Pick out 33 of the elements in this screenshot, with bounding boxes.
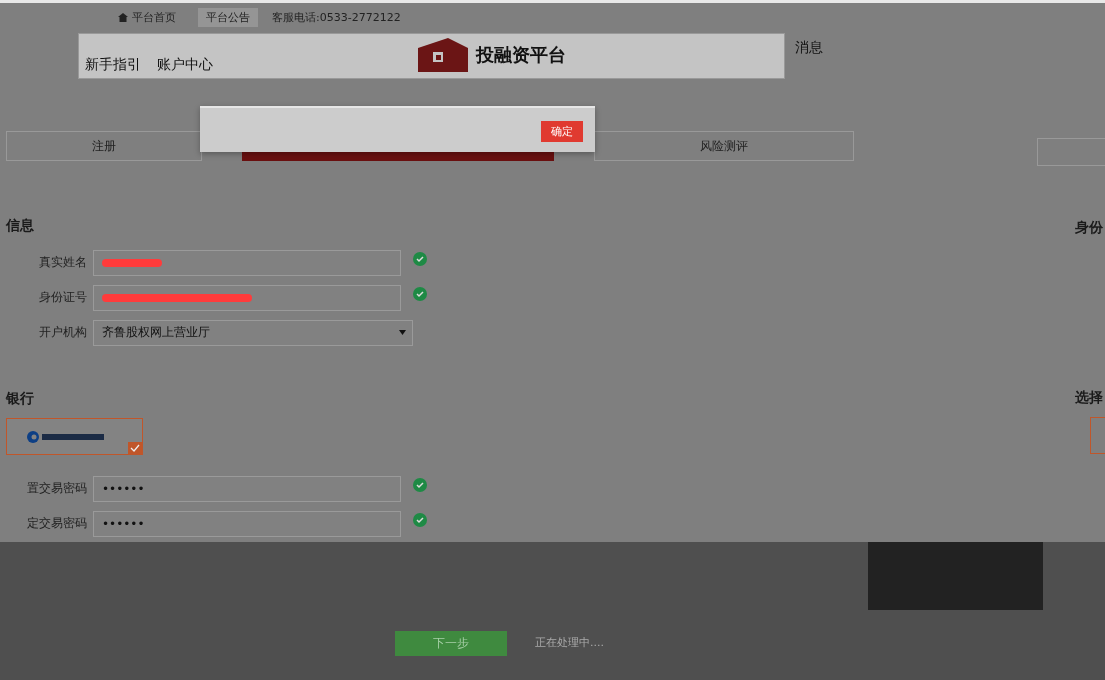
section-heading: 身份 — [1075, 219, 1104, 237]
house-logo-icon — [418, 38, 468, 72]
status-text: 正在处理中.... — [535, 635, 604, 650]
option-card[interactable] — [1090, 417, 1105, 454]
bank-logo-icon — [27, 430, 107, 443]
step-tab[interactable] — [1037, 138, 1105, 166]
field-label: 定交易密码 — [26, 515, 88, 532]
bank-card-option[interactable] — [6, 418, 143, 455]
home-icon — [118, 12, 128, 22]
section-heading: 银行 — [6, 390, 35, 408]
input-field[interactable] — [93, 249, 401, 276]
section-heading: 选择 — [1075, 389, 1104, 407]
nav-link[interactable]: 新手指引 — [85, 56, 141, 74]
field-label: 真实姓名 — [38, 254, 88, 271]
top-nav-link[interactable]: 平台公告 — [198, 7, 258, 27]
input-field[interactable] — [93, 284, 401, 311]
logo-text: 投融资平台 — [476, 43, 566, 67]
field-label: 置交易密码 — [26, 480, 88, 497]
nav-link[interactable]: 账户中心 — [157, 56, 213, 74]
phone-number: 客服电话:0533-2772122 — [272, 9, 401, 25]
top-nav-link[interactable]: 平台首页 — [110, 7, 184, 27]
password-field[interactable]: •••••• — [93, 475, 401, 502]
next-step-button[interactable]: 下一步 — [395, 631, 507, 656]
password-field[interactable]: •••••• — [93, 510, 401, 537]
dropdown-caret-icon — [399, 330, 406, 335]
messages-link[interactable]: 消息 — [795, 39, 823, 57]
field-label: 开户机构 — [38, 324, 88, 341]
step-tab[interactable]: 风险测评 — [594, 131, 854, 161]
section-heading: 信息 — [6, 217, 35, 235]
step-tab[interactable]: 注册 — [6, 131, 202, 161]
select-field[interactable]: 齐鲁股权网上营业厅 — [93, 319, 413, 346]
field-label: 身份证号 — [38, 289, 88, 306]
confirm-button[interactable]: 确定 — [541, 121, 583, 142]
